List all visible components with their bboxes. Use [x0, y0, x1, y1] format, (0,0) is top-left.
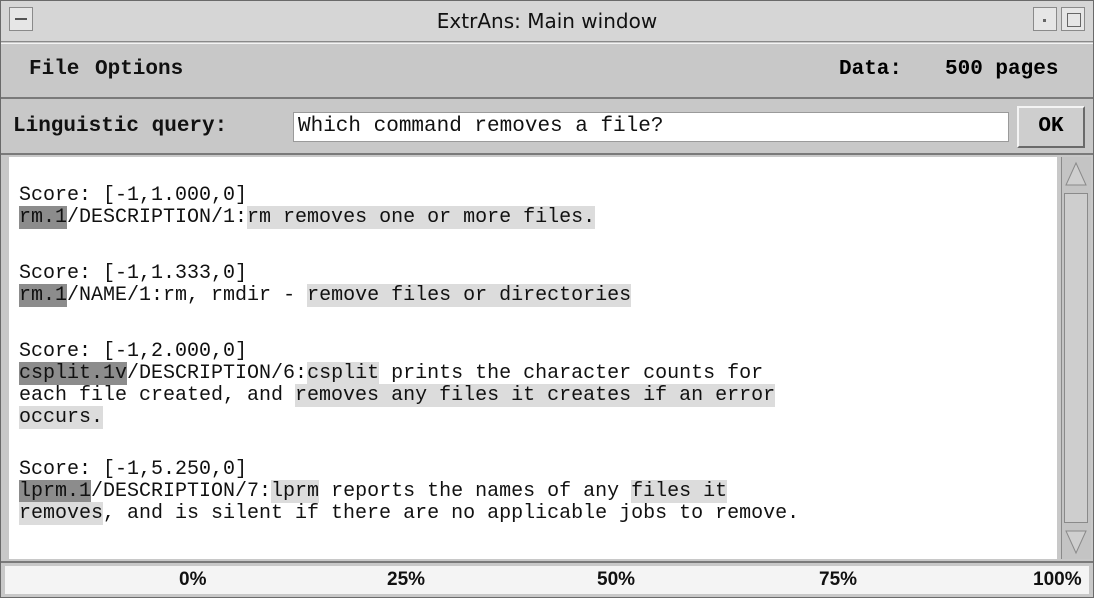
query-input[interactable]: Which command removes a file?	[293, 112, 1009, 142]
query-label: Linguistic query:	[13, 115, 228, 138]
result-highlight: remove files or directories	[307, 284, 632, 307]
ok-button[interactable]: OK	[1017, 106, 1085, 148]
result-score: Score: [-1,2.000,0]	[19, 340, 248, 363]
result-line: rm.1/DESCRIPTION/1:rm removes one or mor…	[19, 206, 596, 229]
result-highlight: occurs.	[19, 406, 104, 429]
result-text: prints the character counts for	[379, 362, 764, 385]
result-score: Score: [-1,1.000,0]	[19, 184, 248, 207]
result-text: reports the names of any	[319, 480, 632, 503]
result-line: each file created, and removes any files…	[19, 384, 776, 407]
maximize-button[interactable]	[1061, 7, 1085, 31]
result-text: , and is silent if there are no applicab…	[103, 502, 800, 525]
result-document-link[interactable]: csplit.1v	[19, 362, 128, 385]
result-line: removes, and is silent if there are no a…	[19, 502, 800, 525]
menu-file[interactable]: File	[29, 58, 79, 81]
result-text: each file created, and	[19, 384, 296, 407]
query-row: Linguistic query: Which command removes …	[1, 101, 1093, 155]
result-score: Score: [-1,1.333,0]	[19, 262, 248, 285]
title-bar: ExtrAns: Main window	[1, 1, 1093, 42]
vertical-scrollbar[interactable]	[1061, 157, 1091, 559]
data-value: 500 pages	[945, 58, 1059, 81]
progress-tick: 50%	[597, 569, 636, 590]
progress-tick: 75%	[819, 569, 858, 590]
progress-tick: 100%	[1033, 569, 1082, 590]
data-label: Data:	[839, 58, 903, 81]
result-highlight: removes	[19, 502, 104, 525]
result-document-link[interactable]: rm.1	[19, 284, 68, 307]
progress-fill	[5, 566, 1089, 594]
progress-tick: 0%	[179, 569, 207, 590]
result-highlight: lprm	[271, 480, 320, 503]
result-document-link[interactable]: lprm.1	[19, 480, 92, 503]
result-highlight: csplit	[307, 362, 380, 385]
result-highlight: rm removes one or more files.	[247, 206, 596, 229]
result-line: occurs.	[19, 406, 104, 429]
results-panel[interactable]: Score: [-1,1.000,0] rm.1/DESCRIPTION/1:r…	[9, 157, 1057, 559]
result-line: rm.1/NAME/1:rm, rmdir - remove files or …	[19, 284, 632, 307]
window-title: ExtrAns: Main window	[436, 9, 658, 33]
result-path: /NAME/1:	[67, 284, 164, 307]
scrollbar-thumb[interactable]	[1064, 193, 1088, 523]
progress-bar: 0% 25% 50% 75% 100%	[1, 561, 1093, 597]
result-text: rm, rmdir	[163, 284, 272, 307]
main-window: ExtrAns: Main window File Options Data: …	[0, 0, 1094, 598]
result-line: lprm.1/DESCRIPTION/7:lprm reports the na…	[19, 480, 728, 503]
scroll-down-arrow-icon[interactable]	[1064, 527, 1088, 557]
result-highlight: files it	[631, 480, 728, 503]
minimize-button[interactable]	[1033, 7, 1057, 31]
result-document-link[interactable]: rm.1	[19, 206, 68, 229]
result-path: /DESCRIPTION/1:	[67, 206, 248, 229]
result-highlight: removes any files it creates if an error	[295, 384, 776, 407]
menu-options[interactable]: Options	[95, 58, 183, 81]
menu-bar: File Options Data: 500 pages	[1, 43, 1093, 99]
result-score: Score: [-1,5.250,0]	[19, 458, 248, 481]
progress-tick: 25%	[387, 569, 426, 590]
result-text: -	[271, 284, 308, 307]
result-path: /DESCRIPTION/7:	[91, 480, 272, 503]
result-path: /DESCRIPTION/6:	[127, 362, 308, 385]
result-line: csplit.1v/DESCRIPTION/6:csplit prints th…	[19, 362, 764, 385]
scroll-up-arrow-icon[interactable]	[1064, 159, 1088, 189]
